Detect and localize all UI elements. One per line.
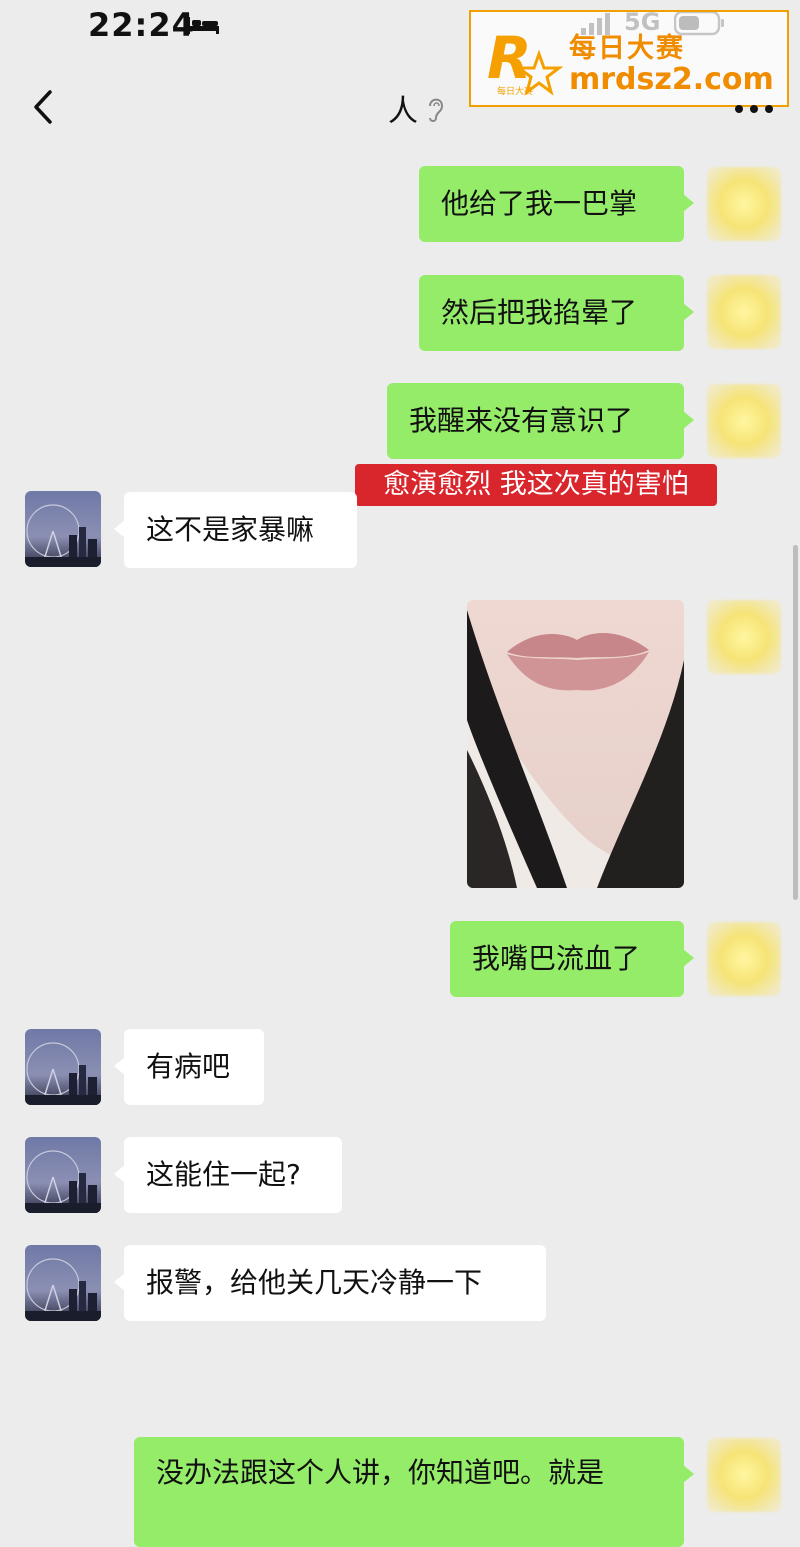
more-icon[interactable]: [734, 104, 774, 114]
message-bubble-received[interactable]: 这能住一起?: [114, 1137, 342, 1213]
chat-title: 人: [388, 94, 418, 129]
ferris-wheel-avatar-icon: [25, 1029, 101, 1105]
contact-avatar[interactable]: [25, 1137, 101, 1213]
ear-icon: [429, 98, 444, 122]
my-avatar[interactable]: [707, 384, 781, 458]
back-arrow-icon[interactable]: [30, 86, 58, 128]
message-photo[interactable]: [467, 600, 684, 888]
message-bubble-received[interactable]: 这不是家暴嘛: [114, 492, 357, 568]
status-time: 22:24: [88, 6, 195, 44]
contact-avatar[interactable]: [25, 491, 101, 567]
my-avatar[interactable]: [707, 922, 781, 996]
message-bubble-sent[interactable]: 然后把我掐晕了: [419, 275, 694, 351]
bed-icon: [187, 17, 219, 34]
message-bubble-sent[interactable]: 没办法跟这个人讲，你知道吧。就是: [134, 1437, 694, 1547]
my-avatar[interactable]: [707, 167, 781, 241]
contact-avatar[interactable]: [25, 1029, 101, 1105]
my-avatar[interactable]: [707, 600, 781, 674]
message-bubble-sent[interactable]: 我醒来没有意识了: [387, 383, 694, 459]
video-caption: 愈演愈烈 我这次真的害怕: [355, 464, 717, 506]
message-text: 有病吧: [146, 1050, 231, 1083]
ferris-wheel-avatar-icon: [25, 1137, 101, 1213]
message-text: 然后把我掐晕了: [441, 296, 638, 329]
message-bubble-sent[interactable]: 我嘴巴流血了: [450, 921, 694, 997]
contact-avatar[interactable]: [25, 1245, 101, 1321]
message-text: 我嘴巴流血了: [472, 942, 641, 975]
message-bubble-received[interactable]: 有病吧: [114, 1029, 264, 1105]
message-text: 这能住一起?: [146, 1158, 301, 1191]
message-text: 我醒来没有意识了: [409, 404, 634, 437]
photo-lips: [467, 600, 684, 888]
message-bubble-sent[interactable]: 他给了我一巴掌: [419, 166, 694, 242]
scrollbar[interactable]: [793, 545, 798, 900]
chat-header: 人: [0, 60, 800, 148]
message-bubble-received[interactable]: 报警，给他关几天冷静一下: [114, 1245, 546, 1321]
message-text: 没办法跟这个人讲，你知道吧。就是: [156, 1456, 605, 1489]
ferris-wheel-avatar-icon: [25, 491, 101, 567]
ferris-wheel-avatar-icon: [25, 1245, 101, 1321]
my-avatar[interactable]: [707, 1438, 781, 1512]
message-text: 这不是家暴嘛: [146, 513, 315, 546]
my-avatar[interactable]: [707, 275, 781, 349]
message-text: 他给了我一巴掌: [441, 187, 638, 220]
message-text: 报警，给他关几天冷静一下: [146, 1266, 483, 1299]
